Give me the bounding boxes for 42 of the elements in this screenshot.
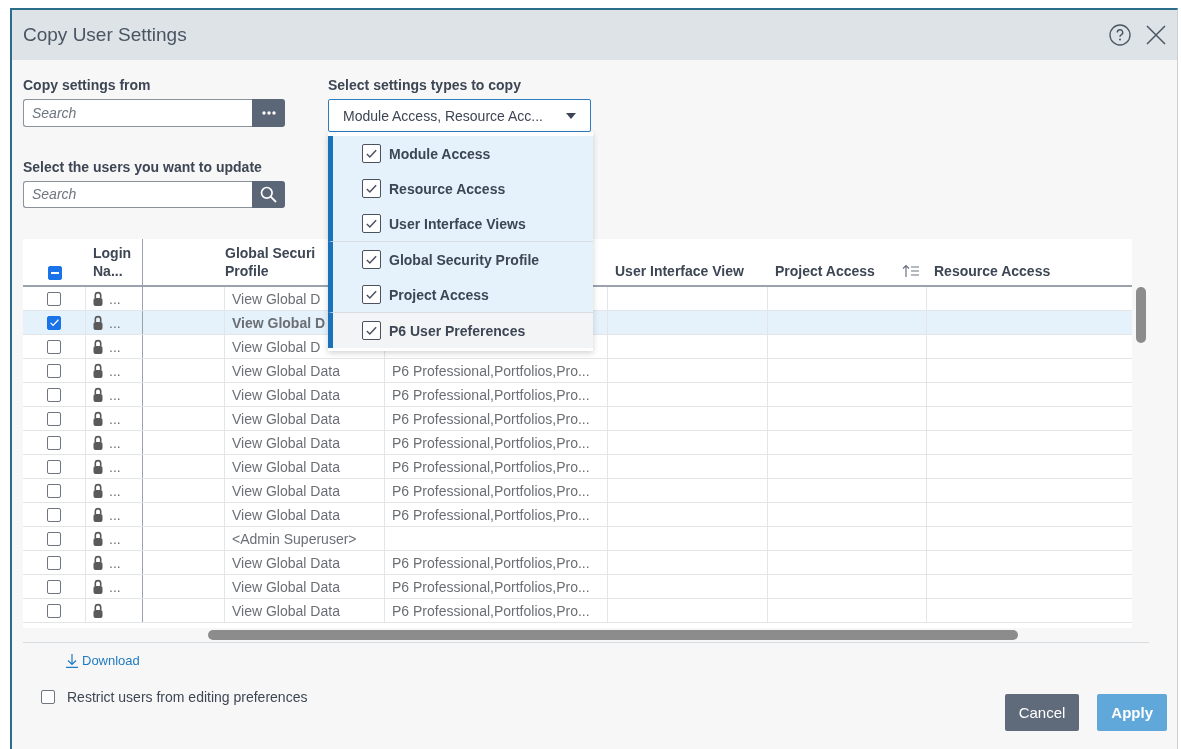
table-cell: View Global Data (232, 578, 340, 595)
table-cell: P6 Professional,Portfolios,Pro... (392, 434, 590, 451)
table-cell: ... (109, 458, 121, 475)
table-cell: View Global Data (232, 434, 340, 451)
table-cell: View Global Data (232, 362, 340, 379)
table-cell: P6 Professional,Portfolios,Pro... (392, 362, 590, 379)
table-cell: View Global Data (232, 482, 340, 499)
table-cell: P6 Professional,Portfolios,Pro... (392, 386, 590, 403)
table-cell: ... (109, 482, 121, 499)
table-cell: ... (109, 410, 121, 427)
table-cell: View Global Data (232, 386, 340, 403)
field-label: Select settings types to copy (328, 76, 522, 94)
table-cell: ... (109, 338, 121, 355)
field-label: Copy settings from (23, 76, 152, 94)
table-cell: View Global D (232, 314, 326, 331)
table-cell: ... (109, 314, 121, 331)
window-title: Copy User Settings (23, 24, 188, 46)
table-cell: P6 Professional,Portfolios,Pro... (392, 554, 590, 571)
table-cell: View Global Data (232, 458, 340, 475)
table-cell: P6 Professional,Portfolios,Pro... (392, 482, 590, 499)
checkbox-label: Restrict users from editing preferences (67, 689, 308, 705)
table-cell: ... (109, 530, 121, 547)
table-cell: View Global Data (232, 554, 340, 571)
table-cell: ... (109, 290, 121, 307)
table-cell: P6 Professional,Portfolios,Pro... (392, 578, 590, 595)
table-cell: ... (109, 362, 121, 379)
table-cell: View Global D (232, 338, 321, 355)
table-cell: View Global Data (232, 410, 340, 427)
table-cell: ... (109, 506, 121, 523)
table-cell: P6 Professional,Portfolios,Pro... (392, 410, 590, 427)
table-cell: View Global Data (232, 602, 340, 619)
table-cell: P6 Professional,Portfolios,Pro... (392, 458, 590, 475)
table-cell: <Admin Superuser> (232, 530, 357, 547)
table-cell: ... (109, 554, 121, 571)
table-cell: P6 Professional,Portfolios,Pro... (392, 506, 590, 523)
table-cell: ... (109, 386, 121, 403)
table-cell: ... (109, 434, 121, 451)
table-cell: View Global D (232, 290, 321, 307)
field-label: Select the users you want to update (23, 157, 263, 176)
table-cell: P6 Professional,Portfolios,Pro... (392, 602, 590, 619)
table-cell: ... (109, 578, 121, 595)
table-cell: View Global Data (232, 506, 340, 523)
